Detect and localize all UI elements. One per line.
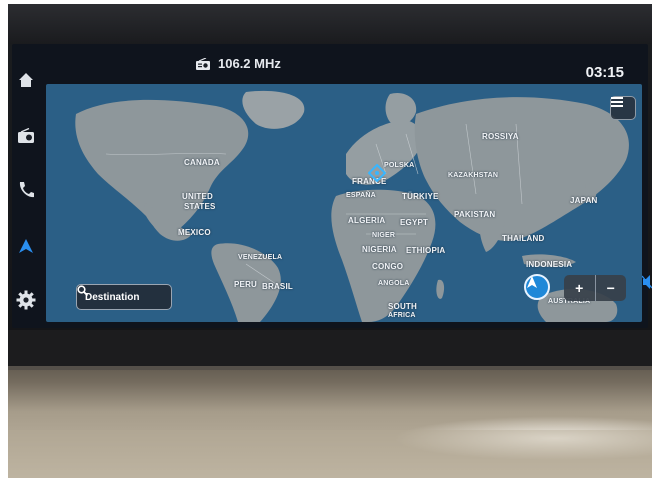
phone-button[interactable] bbox=[12, 176, 40, 204]
map-label: PAKISTAN bbox=[454, 210, 496, 219]
home-button[interactable] bbox=[12, 66, 40, 94]
screen-bezel bbox=[8, 4, 652, 44]
map-label: EGYPT bbox=[400, 218, 429, 227]
map-label: POLSKA bbox=[384, 162, 415, 169]
photo-frame: 106.2 MHz 03:15 CANADA UNITED STATES MEX… bbox=[8, 4, 652, 478]
navigation-icon bbox=[19, 239, 33, 253]
navigation-button[interactable] bbox=[12, 232, 40, 260]
radio-frequency: 106.2 MHz bbox=[218, 56, 281, 71]
map-label: KAZAKHSTAN bbox=[448, 172, 499, 179]
status-bar: 106.2 MHz 03:15 bbox=[12, 44, 648, 84]
map-menu-button[interactable] bbox=[610, 96, 636, 120]
destination-label: Destination bbox=[85, 291, 140, 303]
map-label: INDONESIA bbox=[526, 260, 573, 269]
map-label: TÜRKIYE bbox=[402, 192, 439, 201]
media-button[interactable] bbox=[12, 122, 40, 150]
compass-icon bbox=[527, 276, 537, 288]
map-label: ALGERIA bbox=[348, 216, 386, 225]
radio-icon bbox=[18, 128, 34, 143]
map-label: PERU bbox=[234, 280, 258, 289]
map-label: THAILAND bbox=[502, 234, 545, 243]
home-icon bbox=[19, 73, 33, 87]
map-label: AFRICA bbox=[388, 312, 416, 319]
map-label: VENEZUELA bbox=[238, 254, 283, 261]
zoom-control: + − bbox=[564, 275, 626, 301]
location-marker-icon bbox=[368, 164, 386, 182]
map-label: ETHIOPIA bbox=[406, 246, 446, 255]
menu-icon bbox=[611, 97, 623, 107]
map-label: ANGOLA bbox=[378, 280, 410, 287]
map-label: CONGO bbox=[372, 262, 404, 271]
map-label: ROSSIYA bbox=[482, 132, 519, 141]
radio-icon bbox=[196, 58, 210, 70]
compass-button[interactable] bbox=[524, 274, 550, 300]
map-label: SOUTH bbox=[388, 302, 417, 311]
map-label: BRASIL bbox=[262, 282, 293, 291]
side-rail bbox=[12, 66, 46, 328]
map-label: NIGERIA bbox=[362, 245, 397, 254]
search-icon bbox=[77, 285, 88, 296]
infotainment-screen: 106.2 MHz 03:15 CANADA UNITED STATES MEX… bbox=[12, 44, 652, 328]
settings-button[interactable] bbox=[12, 286, 40, 314]
map-label: CANADA bbox=[184, 158, 220, 167]
zoom-in-button[interactable]: + bbox=[564, 275, 596, 301]
destination-button[interactable]: Destination bbox=[76, 284, 172, 310]
map-view[interactable]: CANADA UNITED STATES MEXICO VENEZUELA PE… bbox=[46, 84, 642, 322]
phone-icon bbox=[19, 182, 34, 198]
map-label: UNITED bbox=[182, 192, 213, 201]
map-label: NIGER bbox=[372, 232, 396, 239]
map-label: MEXICO bbox=[178, 228, 211, 237]
map-label: JAPAN bbox=[570, 196, 598, 205]
mute-icon bbox=[642, 275, 652, 289]
map-label: STATES bbox=[184, 202, 216, 211]
dashboard-trim bbox=[8, 330, 652, 478]
clock: 03:15 bbox=[585, 64, 624, 81]
gear-icon bbox=[16, 290, 36, 310]
map-label: ESPAÑA bbox=[346, 192, 376, 199]
zoom-out-button[interactable]: − bbox=[596, 275, 627, 301]
